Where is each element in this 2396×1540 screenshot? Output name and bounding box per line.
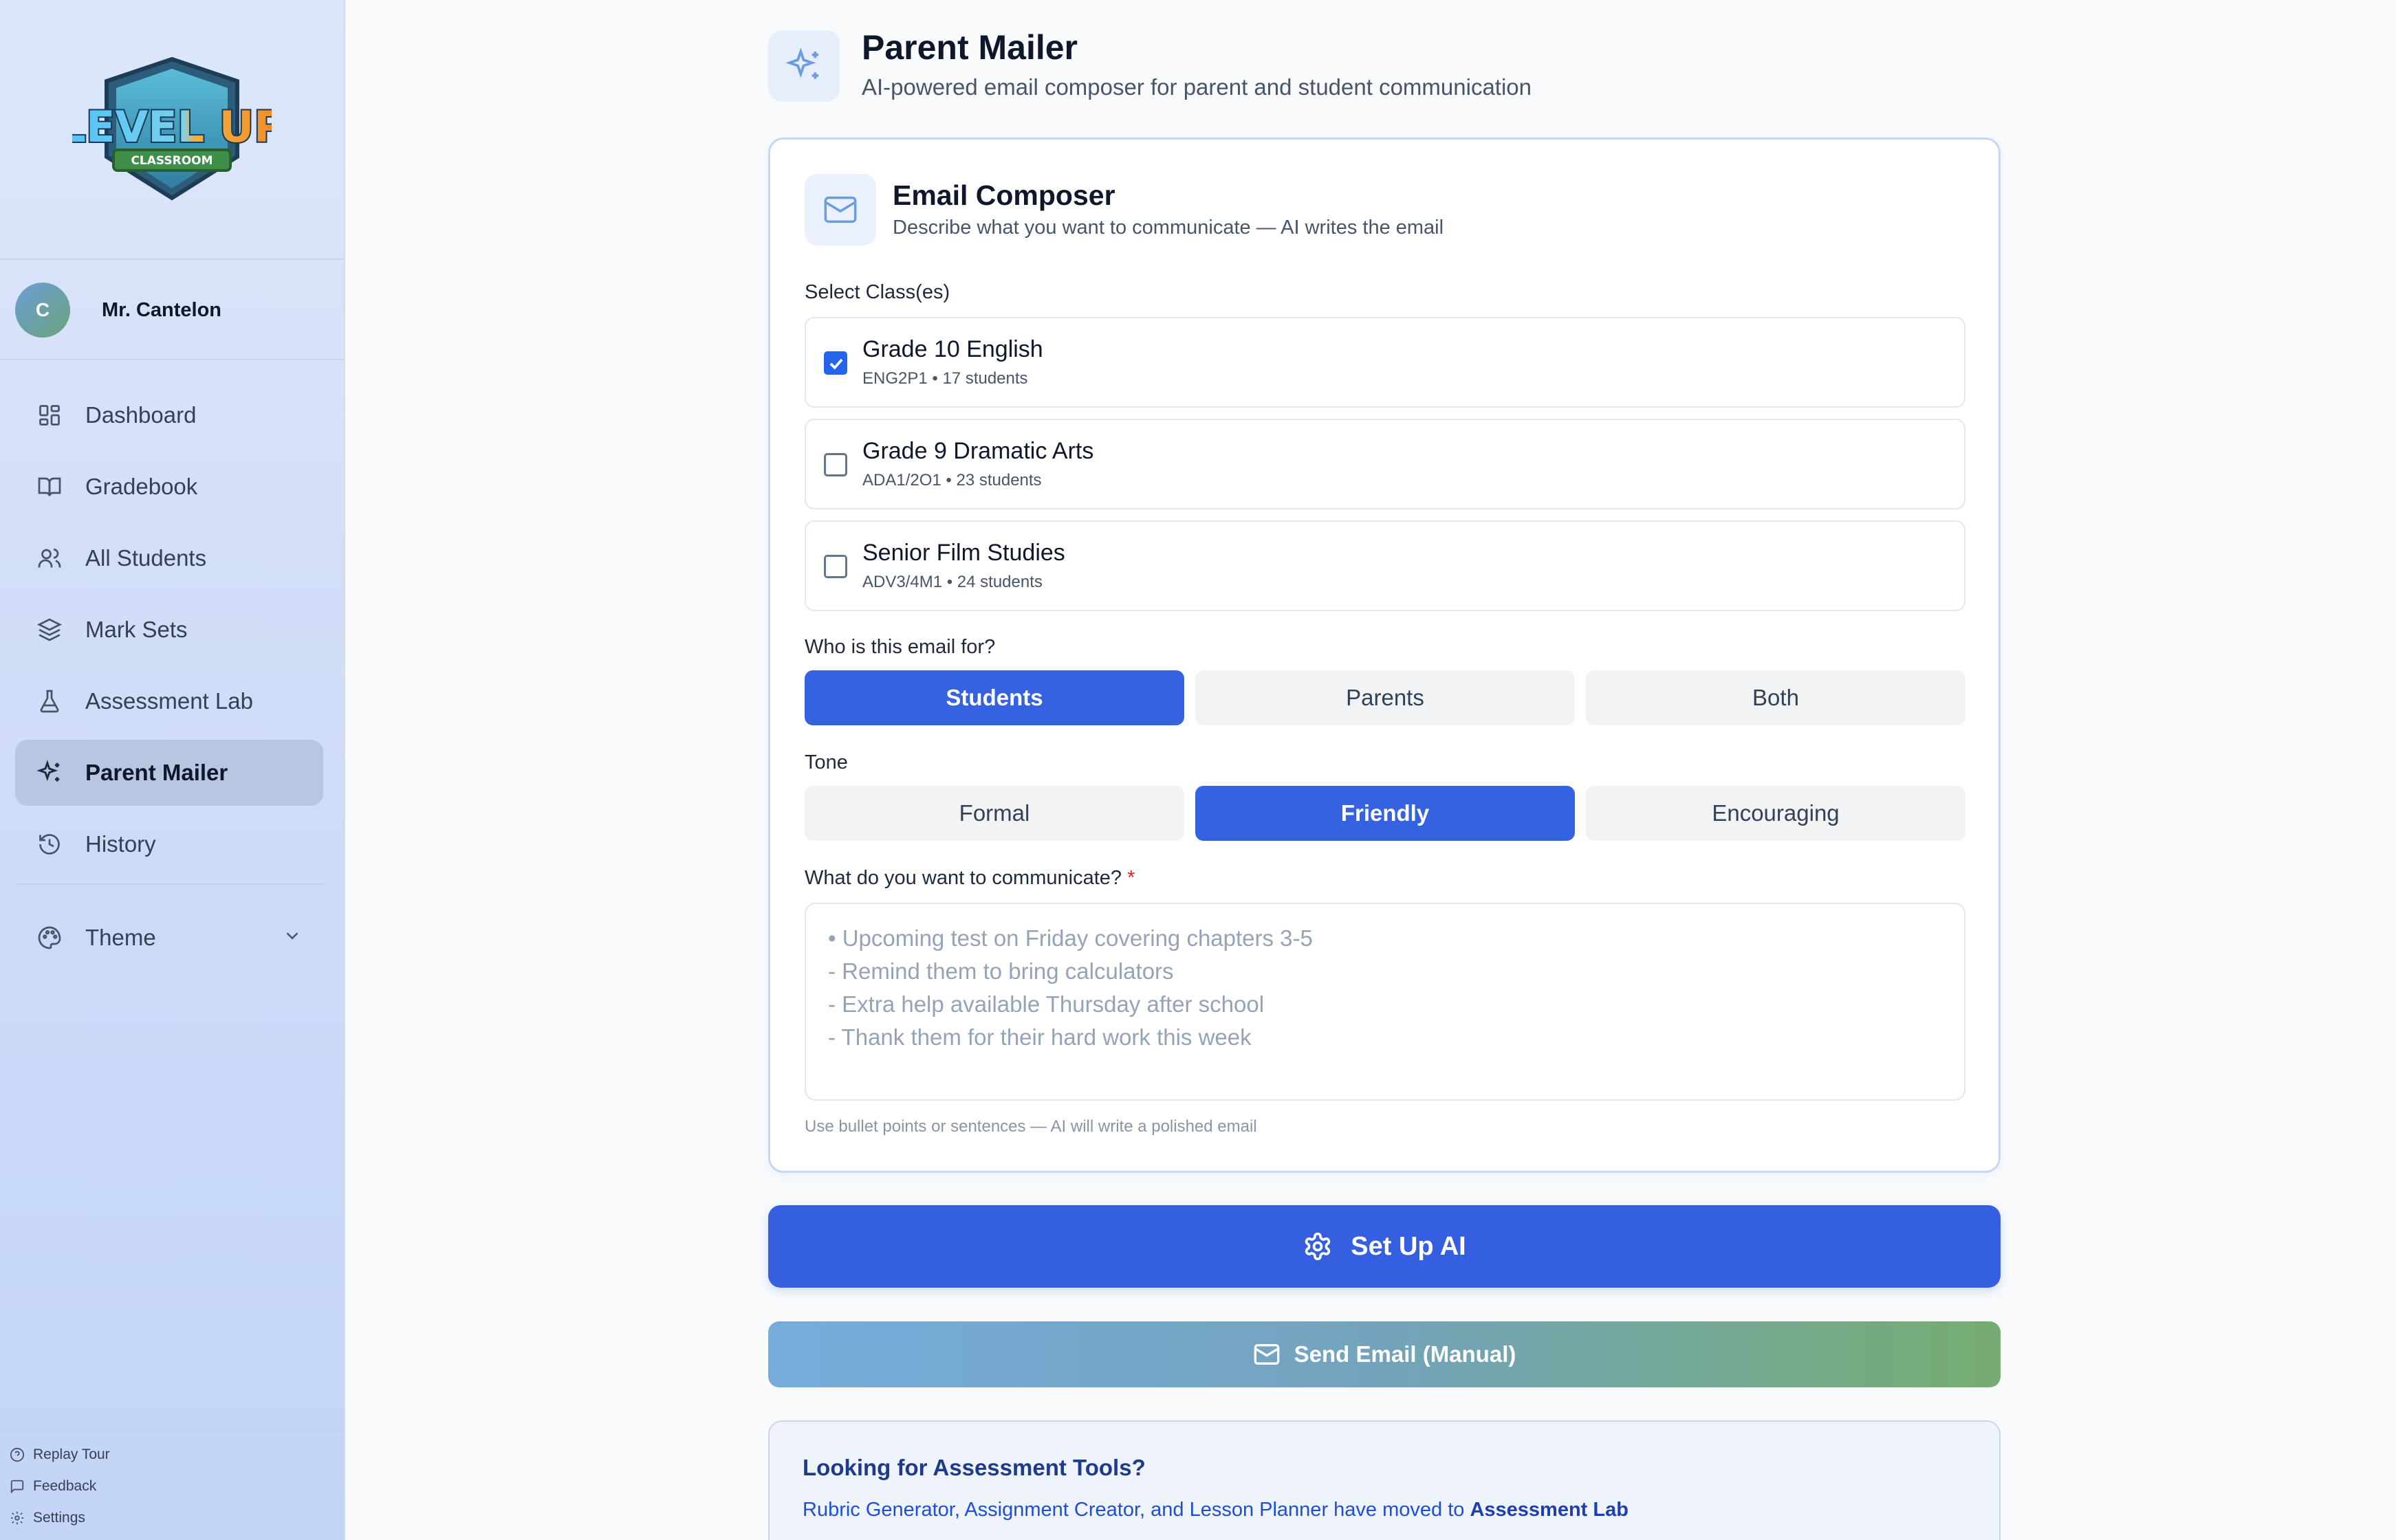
users-icon <box>36 544 63 572</box>
chevron-down-icon <box>282 925 303 952</box>
class-meta: ADV3/4M1 • 24 students <box>862 573 1043 591</box>
audience-students-button[interactable]: Students <box>805 670 1184 725</box>
sidebar-item-mark-sets[interactable]: Mark Sets <box>15 597 323 663</box>
sidebar-nav: Dashboard Gradebook All Students Mark Se… <box>15 382 323 883</box>
message-label: What do you want to communicate? * <box>805 867 1135 890</box>
audience-both-button[interactable]: Both <box>1586 670 1965 725</box>
avatar: C <box>15 283 70 338</box>
class-checkbox[interactable] <box>824 453 847 476</box>
sparkles-icon <box>36 759 63 786</box>
gear-icon <box>1305 1232 1331 1260</box>
message-hint: Use bullet points or sentences — AI will… <box>805 1117 1257 1136</box>
message-square-icon <box>10 1480 24 1494</box>
email-composer-card: Email Composer Describe what you want to… <box>768 138 2001 1173</box>
replay-tour-label: Replay Tour <box>33 1446 110 1462</box>
sidebar-item-all-students[interactable]: All Students <box>15 525 323 591</box>
dashboard-icon <box>36 402 63 429</box>
user-name: Mr. Cantelon <box>102 298 222 321</box>
gear-icon <box>10 1511 24 1525</box>
sidebar: CLASSROOM LEVEL UP C Mr. Cantelon Dashbo… <box>0 0 345 1540</box>
audience-label: Who is this email for? <box>805 636 996 658</box>
select-classes-label: Select Class(es) <box>805 281 950 303</box>
class-meta: ENG2P1 • 17 students <box>862 369 1028 388</box>
sidebar-item-label: Dashboard <box>85 402 197 428</box>
sidebar-item-dashboard[interactable]: Dashboard <box>15 382 323 448</box>
tone-encouraging-button[interactable]: Encouraging <box>1586 786 1965 841</box>
tone-formal-button[interactable]: Formal <box>805 786 1184 841</box>
sidebar-item-label: History <box>85 831 156 857</box>
composer-title: Email Composer <box>893 179 1115 211</box>
sidebar-item-assessment-lab[interactable]: Assessment Lab <box>15 668 323 734</box>
mail-icon <box>805 174 876 245</box>
sidebar-item-label: Gradebook <box>85 474 198 499</box>
logo-text: LEVEL UP <box>72 102 272 152</box>
assessment-lab-link[interactable]: Assessment Lab <box>1470 1499 1629 1521</box>
feedback-label: Feedback <box>33 1478 97 1494</box>
class-checkbox[interactable] <box>824 555 847 578</box>
tone-label: Tone <box>805 751 848 773</box>
page-subtitle: AI-powered email composer for parent and… <box>862 74 1532 100</box>
sidebar-item-label: Parent Mailer <box>85 760 228 785</box>
send-email-manual-button[interactable]: Send Email (Manual) <box>768 1321 2001 1387</box>
class-meta: ADA1/2O1 • 23 students <box>862 471 1042 490</box>
composer-subtitle: Describe what you want to communicate — … <box>893 217 1444 239</box>
setup-ai-button[interactable]: Set Up AI <box>768 1205 2001 1288</box>
class-checkbox-checked[interactable] <box>824 351 847 375</box>
replay-tour-link[interactable]: Replay Tour <box>10 1444 110 1465</box>
settings-label: Settings <box>33 1510 85 1526</box>
class-option-grade-9-dramatic-arts[interactable]: Grade 9 Dramatic Arts ADA1/2O1 • 23 stud… <box>805 419 1965 509</box>
tone-friendly-button[interactable]: Friendly <box>1195 786 1575 841</box>
sidebar-item-parent-mailer[interactable]: Parent Mailer <box>15 740 323 806</box>
user-profile[interactable]: C Mr. Cantelon <box>0 261 344 360</box>
class-option-senior-film-studies[interactable]: Senior Film Studies ADV3/4M1 • 24 studen… <box>805 520 1965 611</box>
theme-label: Theme <box>85 925 156 950</box>
sidebar-item-history[interactable]: History <box>15 811 323 877</box>
send-email-label: Send Email (Manual) <box>1294 1341 1516 1367</box>
logo-area: CLASSROOM LEVEL UP <box>0 0 344 260</box>
audience-parents-button[interactable]: Parents <box>1195 670 1575 725</box>
nav-divider <box>15 883 326 885</box>
notice-body: Rubric Generator, Assignment Creator, an… <box>803 1499 1465 1521</box>
sidebar-item-label: Assessment Lab <box>85 688 253 714</box>
class-name: Senior Film Studies <box>862 540 1065 566</box>
notice-title: Looking for Assessment Tools? <box>803 1455 1146 1480</box>
feedback-link[interactable]: Feedback <box>10 1476 96 1497</box>
message-label-text: What do you want to communicate? <box>805 867 1122 889</box>
settings-link[interactable]: Settings <box>10 1508 85 1528</box>
class-option-grade-10-english[interactable]: Grade 10 English ENG2P1 • 17 students <box>805 317 1965 408</box>
layers-icon <box>36 616 63 644</box>
help-circle-icon <box>10 1447 25 1462</box>
assessment-tools-notice: Looking for Assessment Tools? Rubric Gen… <box>768 1420 2001 1540</box>
footer-divider <box>0 1430 344 1431</box>
setup-ai-label: Set Up AI <box>1351 1231 1466 1261</box>
class-name: Grade 10 English <box>862 336 1043 362</box>
notice-text: Rubric Generator, Assignment Creator, an… <box>803 1499 1629 1521</box>
logo-sub-text: CLASSROOM <box>131 154 213 168</box>
theme-selector[interactable]: Theme <box>15 905 323 971</box>
history-icon <box>36 830 63 858</box>
class-name: Grade 9 Dramatic Arts <box>862 438 1094 464</box>
sidebar-item-gradebook[interactable]: Gradebook <box>15 454 323 520</box>
palette-icon <box>36 924 63 952</box>
required-mark: * <box>1127 867 1135 889</box>
header-sparkles-icon <box>768 30 840 102</box>
app-logo: CLASSROOM LEVEL UP <box>72 56 272 201</box>
flask-icon <box>36 688 63 715</box>
mail-icon <box>1254 1344 1279 1365</box>
page-title: Parent Mailer <box>862 28 1078 67</box>
sidebar-item-label: All Students <box>85 545 207 571</box>
message-textarea[interactable]: • Upcoming test on Friday covering chapt… <box>805 903 1965 1101</box>
book-icon <box>36 473 63 500</box>
sidebar-item-label: Mark Sets <box>85 617 188 642</box>
